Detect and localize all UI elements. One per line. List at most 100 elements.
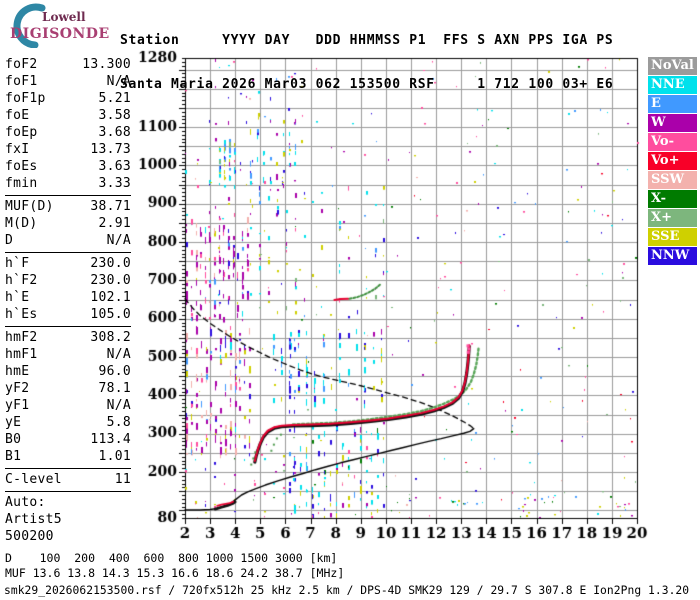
legend-item-x: X- — [648, 190, 697, 208]
param-row-foep: foEp 3.68 — [5, 124, 131, 141]
param-row-b1: B1 1.01 — [5, 448, 131, 465]
legend-item-sse: SSE — [648, 228, 697, 246]
legend-item-ssw: SSW — [648, 171, 697, 189]
param-label: yF1 — [5, 398, 30, 413]
lowell-digisonde-logo: Lowell DIGISONDE — [2, 2, 114, 49]
legend-item-nne: NNE — [648, 76, 697, 94]
legend-item-nnw: NNW — [648, 247, 697, 265]
panel-footer-line: 500200 — [5, 529, 54, 544]
param-value: N/A — [106, 233, 131, 248]
param-row-yf2: yF2 78.1 — [5, 380, 131, 397]
param-row-d: D N/A — [5, 232, 131, 249]
param-label: foF1p — [5, 91, 46, 106]
param-value: N/A — [106, 74, 131, 89]
param-label: fxI — [5, 142, 30, 157]
param-row-mufd: MUF(D) 38.71 — [5, 198, 131, 215]
param-value: 3.58 — [98, 108, 131, 123]
legend-item-x: X+ — [648, 209, 697, 227]
legend-item-vo: Vo- — [648, 133, 697, 151]
panel-divider — [5, 468, 131, 469]
echo-color-legend: NoVal NNE E W Vo- Vo+ SSW X- X+ SSE NNW — [648, 57, 697, 266]
param-row-clevel: C-level 11 — [5, 471, 131, 488]
param-row-hmf2: hmF2 308.2 — [5, 329, 131, 346]
param-label: hmF2 — [5, 330, 38, 345]
param-value: 230.0 — [90, 256, 131, 271]
legend-item-w: W — [648, 114, 697, 132]
param-row-fof1p: foF1p 5.21 — [5, 90, 131, 107]
param-value: 13.73 — [90, 142, 131, 157]
parameter-panel: foF2 13.300 foF1 N/A foF1p 5.21 foE 3.58 foEp 3.6… — [5, 56, 131, 545]
header-row-values: Santa Maria 2026 Mar03 062 153500 RSF 1 … — [120, 76, 614, 92]
status-line: smk29_2026062153500.rsf / 720fx512h 25 k… — [4, 584, 690, 597]
panel-divider — [5, 326, 131, 327]
param-value: 1.01 — [98, 449, 131, 464]
param-label: foF1 — [5, 74, 38, 89]
param-value: 38.71 — [90, 199, 131, 214]
param-row-foe: foE 3.58 — [5, 107, 131, 124]
panel-divider — [5, 195, 131, 196]
param-label: C-level — [5, 472, 62, 487]
legend-item-vo: Vo+ — [648, 152, 697, 170]
panel-footer-line: Auto: — [5, 495, 46, 510]
param-row-md: M(D) 2.91 — [5, 215, 131, 232]
panel-divider — [5, 491, 131, 492]
station-header: Station YYYY DAY DDD HHMMSS P1 FFS S AXN… — [120, 5, 613, 121]
param-row-hmf1: hmF1 N/A — [5, 346, 131, 363]
param-label: foE — [5, 108, 30, 123]
param-row-he: h`E 102.1 — [5, 289, 131, 306]
param-value: 11 — [114, 472, 131, 487]
logo-text-digisonde: DIGISONDE — [10, 26, 110, 42]
param-label: B1 — [5, 449, 22, 464]
param-row-fof1: foF1 N/A — [5, 73, 131, 90]
param-value: N/A — [106, 398, 131, 413]
header-row-labels: Station YYYY DAY DDD HHMMSS P1 FFS S AXN… — [120, 33, 614, 48]
param-label: h`Es — [5, 307, 38, 322]
param-row-hme: hmE 96.0 — [5, 363, 131, 380]
param-row-fof2: foF2 13.300 — [5, 56, 131, 73]
param-label: h`F — [5, 256, 30, 271]
param-value: 230.0 — [90, 273, 131, 288]
param-value: 102.1 — [90, 290, 131, 305]
param-row-hf2: h`F2 230.0 — [5, 272, 131, 289]
panel-divider — [5, 252, 131, 253]
param-value: 2.91 — [98, 216, 131, 231]
param-label: B0 — [5, 432, 22, 447]
param-row-hes: h`Es 105.0 — [5, 306, 131, 323]
param-label: h`E — [5, 290, 30, 305]
legend-item-e: E — [648, 95, 697, 113]
param-label: foF2 — [5, 57, 38, 72]
param-label: foEs — [5, 159, 38, 174]
param-value: 5.21 — [98, 91, 131, 106]
param-row-hf: h`F 230.0 — [5, 255, 131, 272]
param-value: 3.33 — [98, 176, 131, 191]
muf-distance-row: D 100 200 400 600 800 1000 1500 3000 [km… — [5, 551, 338, 565]
param-row-yf1: yF1 N/A — [5, 397, 131, 414]
param-label: yE — [5, 415, 22, 430]
param-label: h`F2 — [5, 273, 38, 288]
param-value: 78.1 — [98, 381, 131, 396]
param-value: N/A — [106, 347, 131, 362]
muf-values-row: MUF 13.6 13.8 14.3 15.3 16.6 18.6 24.2 3… — [5, 566, 345, 580]
digisonde-ionogram-view: Lowell DIGISONDE Station YYYY DAY DDD HH… — [0, 0, 700, 600]
logo-text-lowell: Lowell — [42, 10, 86, 24]
param-value: 113.4 — [90, 432, 131, 447]
param-value: 3.68 — [98, 125, 131, 140]
param-label: hmF1 — [5, 347, 38, 362]
param-row-foes: foEs 3.63 — [5, 158, 131, 175]
param-label: M(D) — [5, 216, 38, 231]
param-row-b0: B0 113.4 — [5, 431, 131, 448]
param-value: 308.2 — [90, 330, 131, 345]
legend-item-noval: NoVal — [648, 57, 697, 75]
param-label: fmin — [5, 176, 38, 191]
param-row-ye: yE 5.8 — [5, 414, 131, 431]
param-value: 96.0 — [98, 364, 131, 379]
param-value: 13.300 — [82, 57, 131, 72]
param-label: foEp — [5, 125, 38, 140]
param-row-fxi: fxI 13.73 — [5, 141, 131, 158]
param-label: yF2 — [5, 381, 30, 396]
param-label: D — [5, 233, 14, 248]
param-label: hmE — [5, 364, 30, 379]
param-value: 105.0 — [90, 307, 131, 322]
param-value: 5.8 — [106, 415, 131, 430]
param-value: 3.63 — [98, 159, 131, 174]
